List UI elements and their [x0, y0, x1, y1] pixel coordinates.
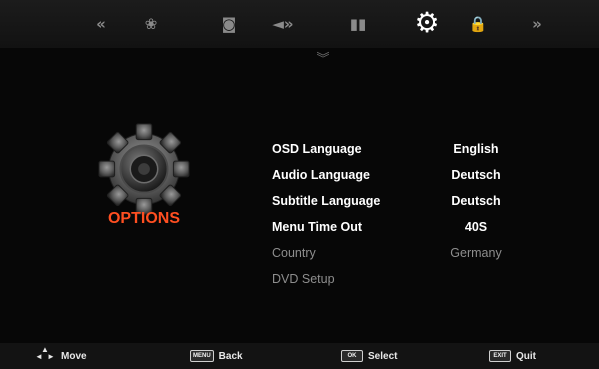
exit-key-icon: EXIT [489, 350, 511, 362]
menu-item-value: Deutsch [451, 194, 501, 208]
hint-back-label: Back [218, 350, 243, 362]
sound-icon[interactable]: ◄» [272, 13, 294, 35]
menu-item-label: Menu Time Out [272, 220, 363, 234]
lock-icon[interactable]: 🔒 [467, 13, 489, 35]
menu-item-label: Audio Language [272, 168, 370, 182]
picture-icon[interactable]: ❀ [140, 13, 162, 35]
hint-select-label: Select [368, 350, 398, 362]
time-icon[interactable]: ▮▮ [347, 13, 369, 35]
scroll-down-icon[interactable]: ︾ [313, 50, 333, 70]
prev-icon[interactable]: « [90, 13, 112, 35]
menu-item-osd-language[interactable]: OSD Language English [272, 138, 542, 164]
hint-move: ▲ ◄ ► Move [35, 345, 87, 364]
menu-item-audio-language[interactable]: Audio Language Deutsch [272, 164, 542, 190]
ok-key-icon: OK [341, 350, 363, 362]
menu-item-value: 40S [464, 220, 488, 234]
menu-item-value: Deutsch [451, 168, 501, 182]
menu-item-label: Country [272, 246, 316, 260]
menu-item-label: OSD Language [272, 142, 362, 156]
next-icon[interactable]: » [526, 13, 548, 35]
hint-select: OK Select [341, 348, 397, 364]
channel-icon[interactable]: ◙ [218, 13, 240, 35]
menu-item-label: Subtitle Language [272, 194, 381, 208]
menu-item-dvd-setup: DVD Setup [272, 268, 542, 294]
hint-back: MENU Back [190, 348, 243, 364]
menu-item-value: Germany [450, 246, 502, 260]
menu-item-label: DVD Setup [272, 272, 335, 286]
menu-item-value: English [453, 142, 499, 156]
menu-key-icon: MENU [190, 350, 214, 362]
hint-quit: EXIT Quit [489, 348, 536, 364]
menu-item-menu-time-out[interactable]: Menu Time Out 40S [272, 216, 542, 242]
options-menu: OSD Language English Audio Language Deut… [272, 138, 542, 294]
hint-quit-label: Quit [516, 350, 536, 362]
menu-item-country: Country Germany [272, 242, 542, 268]
top-navigation-bar: « ❀ ◙ ◄» ▮▮ ⚙ 🔒 » [0, 0, 599, 48]
hint-bar: ▲ ◄ ► Move MENU Back OK Select EXIT Quit [0, 343, 599, 369]
arrow-keys-icon: ▲ ◄ ► [35, 345, 55, 361]
options-gear-icon-large [98, 123, 190, 215]
hint-move-label: Move [61, 350, 87, 362]
section-title: OPTIONS [107, 210, 180, 227]
menu-item-subtitle-language[interactable]: Subtitle Language Deutsch [272, 190, 542, 216]
options-gear-icon[interactable]: ⚙ [411, 7, 443, 39]
